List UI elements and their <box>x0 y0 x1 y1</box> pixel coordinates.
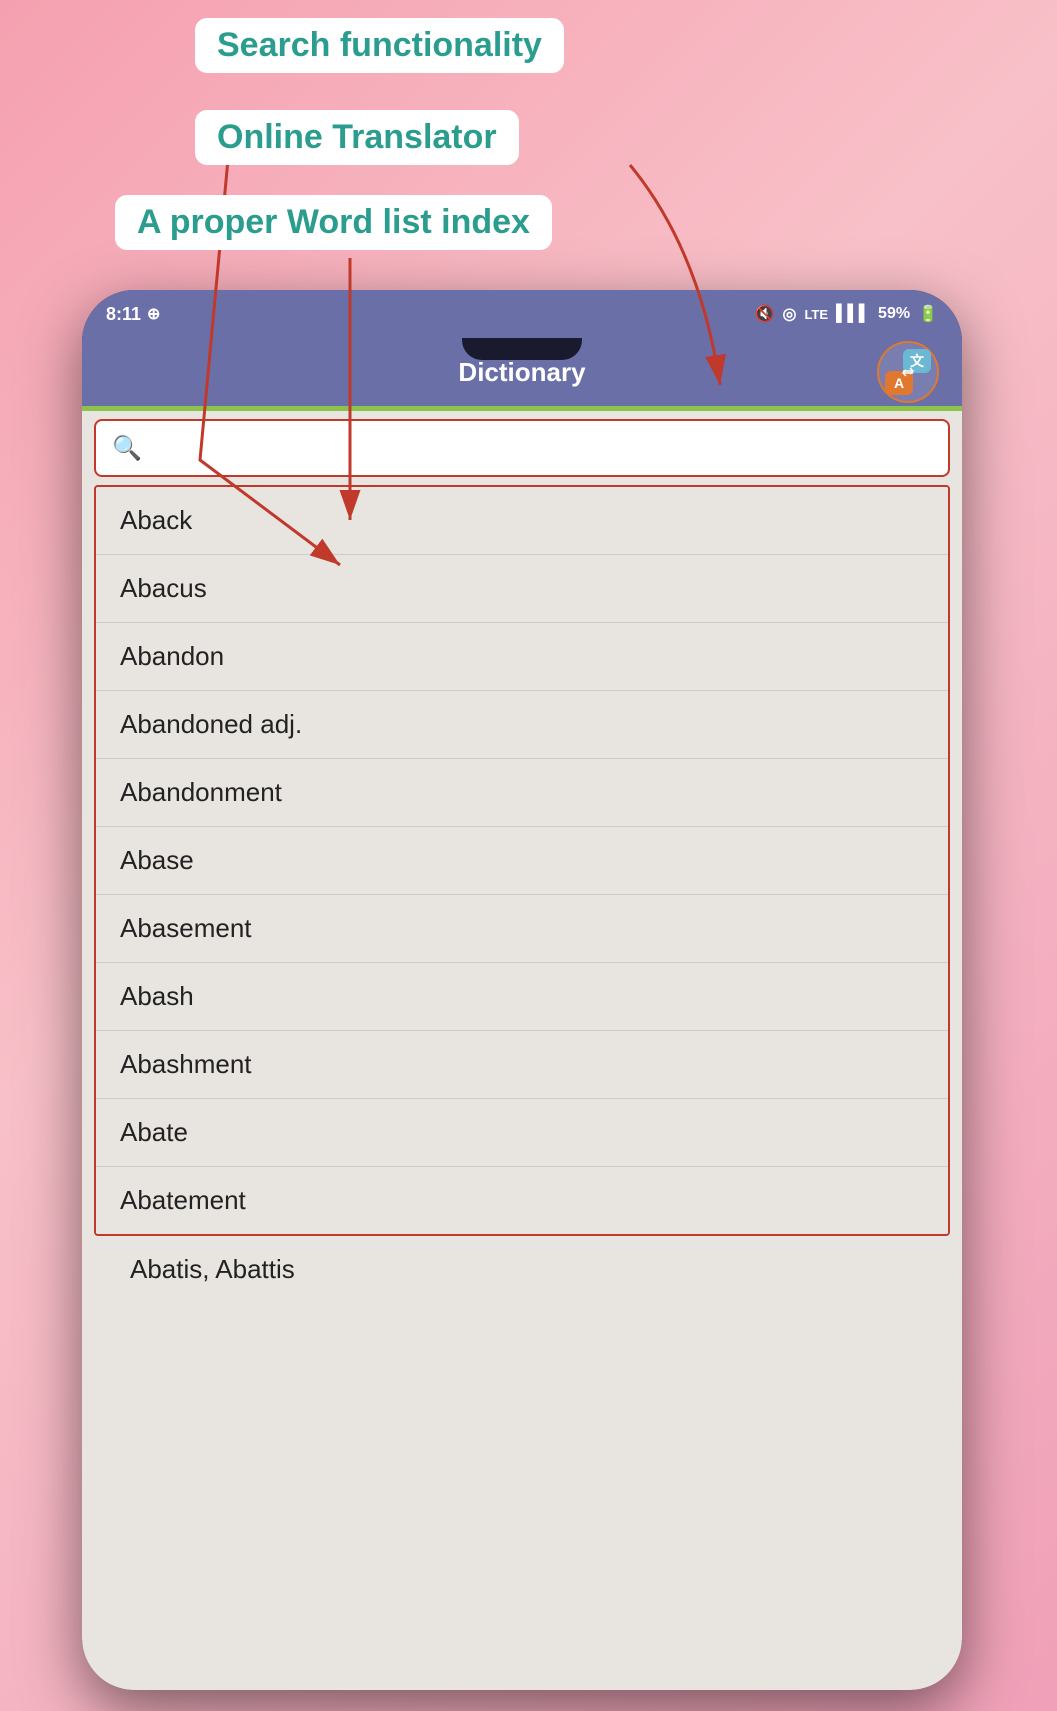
screen-content: 🔍 Aback Abacus Abandon Abandoned adj. Ab… <box>82 411 962 1690</box>
word-list: Aback Abacus Abandon Abandoned adj. Aban… <box>94 485 950 1236</box>
annotation-online-translator: Online Translator <box>195 110 519 165</box>
app-title: Dictionary <box>458 357 585 388</box>
list-item[interactable]: Abasement <box>96 895 948 963</box>
list-item[interactable]: Abate <box>96 1099 948 1167</box>
status-left: 8:11 ⊕ <box>106 304 160 325</box>
lte-icon: LTE <box>804 307 828 322</box>
wifi-icon: ◎ <box>782 304 796 324</box>
status-time: 8:11 <box>106 304 141 325</box>
mute-icon: 🔇 <box>755 304 775 324</box>
battery-icon: 🔋 <box>918 304 938 324</box>
list-item[interactable]: Aback <box>96 487 948 555</box>
signal-icon: ▌▌▌ <box>836 305 870 323</box>
battery-percent: 59% <box>878 305 910 323</box>
status-bar: 8:11 ⊕ 🔇 ◎ LTE ▌▌▌ 59% 🔋 <box>82 290 962 338</box>
annotation-search-functionality: Search functionality <box>195 18 564 73</box>
annotation-word-list: A proper Word list index <box>115 195 552 250</box>
swap-arrows-icon <box>899 363 917 381</box>
list-item[interactable]: Abandonment <box>96 759 948 827</box>
list-item[interactable]: Abacus <box>96 555 948 623</box>
list-item[interactable]: Abash <box>96 963 948 1031</box>
list-item[interactable]: Abatement <box>96 1167 948 1234</box>
search-bar-container[interactable]: 🔍 <box>94 419 950 477</box>
list-item[interactable]: Abashment <box>96 1031 948 1099</box>
search-input[interactable] <box>154 435 932 461</box>
phone-frame: 8:11 ⊕ 🔇 ◎ LTE ▌▌▌ 59% 🔋 Dictionary 文 A <box>82 290 962 1690</box>
phone-notch <box>462 338 582 360</box>
translator-icon: 文 A <box>877 341 939 403</box>
list-item-outside[interactable]: Abatis, Abattis <box>94 1236 950 1303</box>
list-item[interactable]: Abandoned adj. <box>96 691 948 759</box>
translator-button[interactable]: 文 A <box>874 338 942 406</box>
status-right: 🔇 ◎ LTE ▌▌▌ 59% 🔋 <box>755 304 938 324</box>
whatsapp-icon: ⊕ <box>147 304 160 324</box>
search-icon: 🔍 <box>112 434 142 463</box>
list-item[interactable]: Abase <box>96 827 948 895</box>
list-item[interactable]: Abandon <box>96 623 948 691</box>
